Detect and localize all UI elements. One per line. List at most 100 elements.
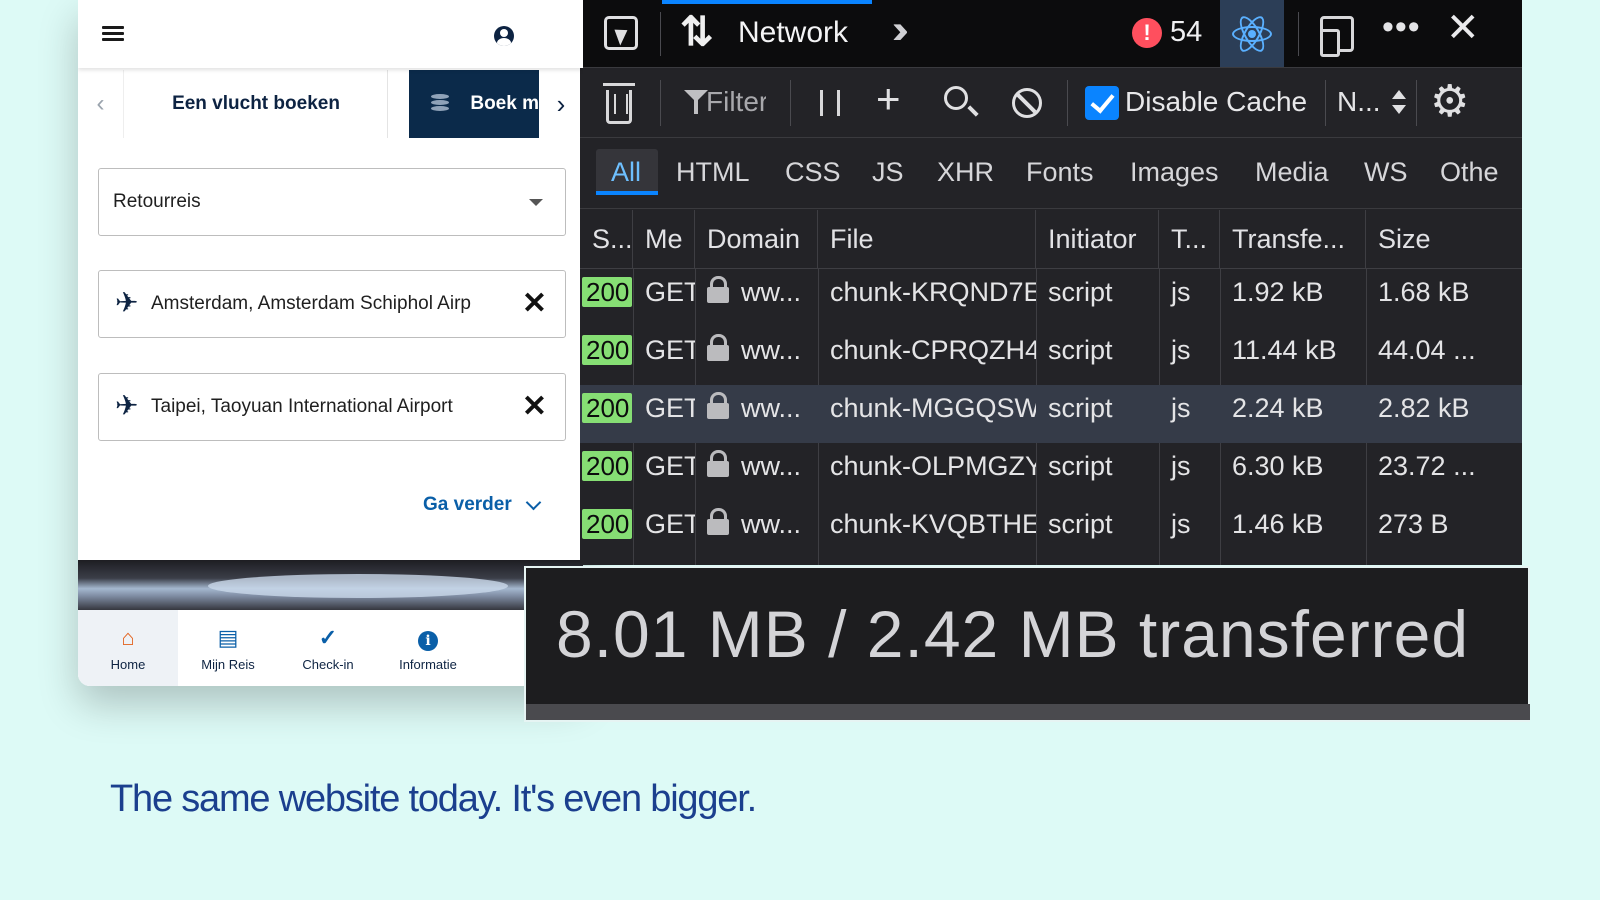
nav-item-check-in[interactable]: ✓ Check-in [278, 610, 378, 686]
destination-field[interactable]: ✈ Taipei, Taoyuan International Airport … [98, 373, 566, 441]
column-type[interactable]: T... [1159, 210, 1220, 268]
clear-origin-icon[interactable]: ✕ [522, 289, 547, 319]
devtools-tabbar: ⇅ Network ›› ! 54 ••• ✕ [580, 0, 1522, 68]
booking-tabs: ‹ Een vlucht boeken Boek m › [78, 70, 583, 138]
column-size[interactable]: Size [1366, 210, 1522, 268]
filter-xhr[interactable]: XHR [937, 157, 994, 188]
status-badge: 200 [582, 277, 632, 307]
column-domain[interactable]: Domain [695, 210, 818, 268]
status-cell: 200 [580, 269, 633, 327]
filter-fonts[interactable]: Fonts [1026, 157, 1094, 188]
tabs-scroll-right-icon[interactable]: › [539, 70, 583, 138]
departure-plane-icon: ✈ [115, 287, 139, 318]
table-row[interactable]: 200 GET ww... chunk-KRQND7E script js 1.… [580, 269, 1522, 327]
status-badge: 200 [582, 393, 632, 423]
table-row-selected[interactable]: 200 GET ww... chunk-MGGQSW script js 2.2… [580, 385, 1522, 443]
tab-book-flight[interactable]: Een vlucht boeken [125, 70, 388, 138]
filter-other[interactable]: Othe [1440, 157, 1499, 188]
filter-ws[interactable]: WS [1364, 157, 1408, 188]
block-icon[interactable] [1012, 88, 1042, 118]
dropdown-caret-icon [529, 199, 543, 206]
disable-cache-checkbox[interactable] [1085, 86, 1119, 120]
column-method[interactable]: Me [633, 210, 695, 268]
filter-media[interactable]: Media [1255, 157, 1329, 188]
bottom-navigation: ⌂ Home ▤ Mijn Reis ✓ Check-in i Informat… [78, 610, 583, 686]
more-tabs-icon[interactable]: ›› [892, 10, 908, 50]
search-icon[interactable] [944, 86, 968, 110]
tab-book-miles-label: Boek m [470, 93, 539, 114]
column-initiator[interactable]: Initiator [1036, 210, 1159, 268]
element-picker-icon[interactable] [604, 16, 638, 50]
transferred-cell: 2.24 kB [1232, 393, 1324, 423]
file-cell: chunk-CPRQZH4 [830, 335, 1036, 365]
error-icon[interactable]: ! [1132, 18, 1162, 48]
domain-cell: ww... [695, 327, 818, 385]
react-devtools-tab[interactable] [1220, 0, 1284, 67]
menu-icon[interactable] [102, 26, 124, 42]
divider [660, 80, 661, 126]
clear-destination-icon[interactable]: ✕ [522, 392, 547, 422]
filter-images[interactable]: Images [1130, 157, 1219, 188]
trash-icon[interactable] [603, 83, 635, 124]
lock-icon [707, 392, 729, 419]
nav-item-information[interactable]: i Informatie [378, 610, 478, 686]
more-options-icon[interactable]: ••• [1382, 8, 1421, 47]
tab-book-miles[interactable]: Boek m [409, 70, 539, 138]
column-file[interactable]: File [818, 210, 1036, 268]
filter-html[interactable]: HTML [676, 157, 750, 188]
filter-js[interactable]: JS [872, 157, 904, 188]
filter-input[interactable]: Filter URLs [706, 86, 766, 118]
destination-value: Taipei, Taoyuan International Airport [151, 396, 453, 417]
active-filter-underline [596, 191, 658, 195]
network-toolbar: Filter URLs + Disable Cache N... ⚙ [580, 68, 1522, 138]
initiator-cell: script [1048, 509, 1113, 539]
account-icon[interactable] [494, 26, 514, 46]
origin-field[interactable]: ✈ Amsterdam, Amsterdam Schiphol Airp ✕ [98, 270, 566, 338]
check-icon: ✓ [318, 624, 338, 650]
filter-all[interactable]: All [611, 157, 641, 188]
continue-link[interactable]: Ga verder [423, 494, 542, 516]
table-row[interactable]: 200 GET ww... chunk-KVQBTHE script js 1.… [580, 501, 1522, 559]
arrival-plane-icon: ✈ [115, 390, 139, 421]
divider [1325, 80, 1326, 126]
divider [1067, 80, 1068, 126]
method-cell: GET [645, 335, 695, 365]
lock-icon [707, 334, 729, 361]
disable-cache-label[interactable]: Disable Cache [1125, 86, 1307, 118]
initiator-cell: script [1048, 277, 1113, 307]
filter-icon [684, 90, 708, 114]
tab-network[interactable]: Network [738, 16, 848, 50]
file-cell: chunk-KRQND7E [830, 277, 1036, 307]
table-row[interactable]: 200 GET ww... chunk-CPRQZH4 script js 11… [580, 327, 1522, 385]
status-badge: 200 [582, 509, 632, 539]
column-status[interactable]: S... [580, 210, 633, 268]
throttling-select[interactable]: N... [1337, 86, 1381, 118]
mobile-header [78, 0, 583, 68]
trip-type-select[interactable]: Retourreis [98, 168, 566, 236]
responsive-design-icon[interactable] [1320, 16, 1354, 57]
size-cell: 2.82 kB [1378, 393, 1470, 423]
pause-icon[interactable] [820, 90, 840, 116]
domain-value: ww... [741, 393, 802, 423]
error-count[interactable]: 54 [1170, 16, 1202, 49]
add-request-icon[interactable]: + [876, 78, 901, 120]
origin-value: Amsterdam, Amsterdam Schiphol Airp [151, 293, 471, 314]
filter-css[interactable]: CSS [785, 157, 841, 188]
nav-item-home[interactable]: ⌂ Home [78, 610, 178, 686]
close-icon[interactable]: ✕ [1446, 8, 1480, 48]
lock-icon [707, 508, 729, 535]
chevron-down-icon [525, 494, 542, 510]
nav-item-my-trip[interactable]: ▤ Mijn Reis [178, 610, 278, 686]
gear-icon[interactable]: ⚙ [1430, 80, 1469, 124]
column-transferred[interactable]: Transfe... [1220, 210, 1366, 268]
table-row[interactable]: 200 GET ww... chunk-OLPMGZY script js 6.… [580, 443, 1522, 501]
lock-icon [707, 276, 729, 303]
size-cell: 273 B [1378, 509, 1449, 539]
method-cell: GET [645, 509, 695, 539]
status-badge: 200 [582, 451, 632, 481]
lock-icon [707, 450, 729, 477]
tabs-scroll-left-icon[interactable]: ‹ [78, 70, 124, 138]
active-tab-indicator [662, 0, 872, 4]
domain-cell: ww... [695, 269, 818, 327]
method-cell: GET [645, 393, 695, 423]
